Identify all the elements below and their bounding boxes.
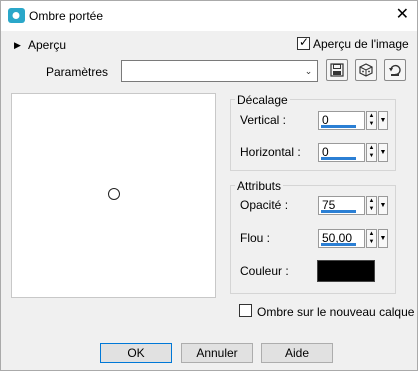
- ombre-calque-checkbox[interactable]: [239, 304, 252, 317]
- apercu-image-label[interactable]: Aperçu de l'image: [313, 37, 409, 51]
- horizontal-dropdown-icon[interactable]: ▼: [378, 143, 388, 162]
- reset-button[interactable]: [384, 59, 406, 81]
- parametres-dropdown[interactable]: ⌄: [121, 60, 318, 82]
- vertical-input[interactable]: 0: [318, 111, 365, 130]
- horizontal-label: Horizontal :: [240, 145, 301, 159]
- spin-up-icon[interactable]: ▲: [369, 113, 375, 119]
- apercu-label[interactable]: Aperçu: [28, 38, 66, 52]
- ok-button[interactable]: OK: [100, 343, 172, 363]
- chevron-down-icon[interactable]: ⌄: [301, 62, 316, 80]
- spin-down-icon[interactable]: ▼: [369, 206, 375, 212]
- attributs-title: Attributs: [235, 179, 284, 193]
- horizontal-spinner[interactable]: ▲ ▼: [366, 143, 377, 162]
- reset-icon: [389, 64, 401, 76]
- spin-down-icon[interactable]: ▼: [369, 121, 375, 127]
- opacite-label: Opacité :: [240, 198, 289, 212]
- opacite-spinner[interactable]: ▲ ▼: [366, 196, 377, 215]
- decalage-title: Décalage: [235, 93, 290, 107]
- vertical-label: Vertical :: [240, 113, 287, 127]
- ombre-calque-label[interactable]: Ombre sur le nouveau calque: [257, 305, 414, 319]
- flou-input[interactable]: 50,00: [318, 229, 365, 248]
- apercu-image-checkbox[interactable]: ✓: [297, 35, 310, 50]
- annuler-button[interactable]: Annuler: [181, 343, 253, 363]
- title-bar[interactable]: Ombre portée ✕: [1, 1, 417, 31]
- window-title: Ombre portée: [29, 9, 104, 23]
- spin-up-icon[interactable]: ▲: [369, 231, 375, 237]
- vertical-dropdown-icon[interactable]: ▼: [378, 111, 388, 130]
- opacite-input[interactable]: 75: [318, 196, 365, 215]
- spin-up-icon[interactable]: ▲: [369, 198, 375, 204]
- aide-button[interactable]: Aide: [261, 343, 333, 363]
- spin-up-icon[interactable]: ▲: [369, 145, 375, 151]
- save-preset-icon: [330, 63, 344, 77]
- spin-down-icon[interactable]: ▼: [369, 153, 375, 159]
- preview-pane[interactable]: [11, 93, 216, 298]
- opacite-dropdown-icon[interactable]: ▼: [378, 196, 388, 215]
- checkmark-icon: ✓: [299, 35, 310, 49]
- app-icon: [8, 8, 25, 23]
- horizontal-input[interactable]: 0: [318, 143, 365, 162]
- randomize-dice-icon: [359, 63, 373, 77]
- flou-label: Flou :: [240, 231, 271, 245]
- flou-spinner[interactable]: ▲ ▼: [366, 229, 377, 248]
- dialog-window: Ombre portée ✕ ▶ Aperçu ✓ Aperçu de l'im…: [0, 0, 418, 371]
- save-preset-button[interactable]: [326, 59, 348, 81]
- couleur-label: Couleur :: [240, 264, 289, 278]
- parametres-label: Paramètres: [46, 65, 109, 79]
- spin-down-icon[interactable]: ▼: [369, 239, 375, 245]
- couleur-swatch[interactable]: [317, 260, 375, 282]
- close-icon[interactable]: ✕: [396, 6, 409, 24]
- expand-arrow-icon[interactable]: ▶: [14, 40, 21, 51]
- flou-dropdown-icon[interactable]: ▼: [378, 229, 388, 248]
- vertical-spinner[interactable]: ▲ ▼: [366, 111, 377, 130]
- randomize-button[interactable]: [355, 59, 377, 81]
- pan-cursor-icon: [108, 188, 120, 200]
